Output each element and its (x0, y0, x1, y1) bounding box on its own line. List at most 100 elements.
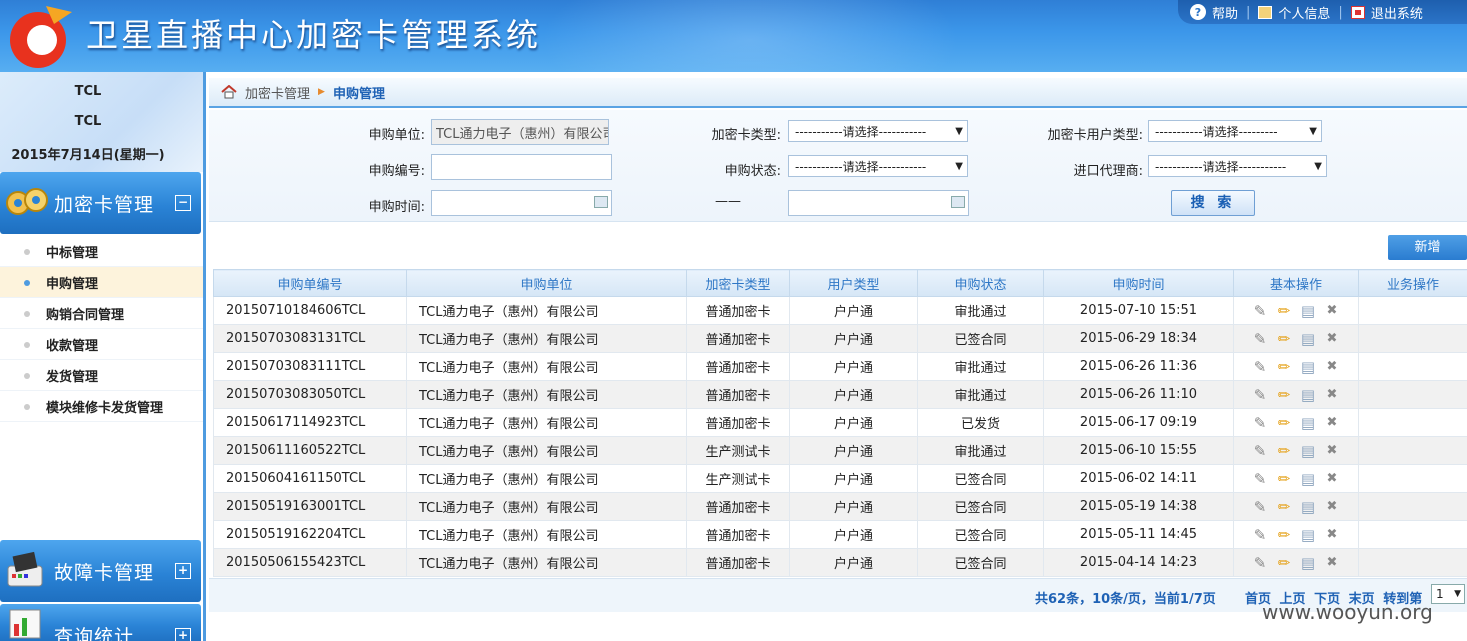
delete-icon[interactable]: ✖ (1323, 442, 1341, 460)
header-glow (540, 0, 960, 72)
pencil-icon[interactable]: ✏ (1275, 330, 1293, 348)
time-end-input[interactable] (788, 190, 969, 216)
separator: | (1246, 4, 1251, 20)
add-button[interactable]: 新增 (1388, 235, 1467, 260)
cell-time: 2015-05-11 14:45 (1043, 520, 1234, 549)
card-type-select[interactable]: -----------请选择----------- ▼ (788, 120, 968, 142)
delete-icon[interactable]: ✖ (1323, 554, 1341, 572)
pencil-icon[interactable]: ✏ (1275, 414, 1293, 432)
delete-icon[interactable]: ✖ (1323, 302, 1341, 320)
row-actions: ✎ ✏ ▤ ✖ (1235, 442, 1358, 460)
main-content: 加密卡管理 ▶ 申购管理 申购单位: 加密卡类型: -----------请选择… (209, 72, 1467, 641)
document-icon[interactable]: ▤ (1299, 526, 1317, 544)
card-type-label: 加密卡类型: (711, 128, 781, 143)
pencil-icon[interactable]: ✏ (1275, 526, 1293, 544)
document-icon[interactable]: ▤ (1299, 358, 1317, 376)
cell-basic-ops: ✎ ✏ ▤ ✖ (1233, 380, 1359, 409)
cell-number: 20150604161150TCL (213, 464, 407, 493)
pencil-icon[interactable]: ✏ (1275, 358, 1293, 376)
time-start-wrap (431, 190, 612, 216)
col-basic-ops: 基本操作 (1233, 269, 1359, 297)
collapse-icon[interactable]: − (175, 195, 191, 211)
sidebar-item-contract[interactable]: 购销合同管理 (0, 298, 203, 329)
delete-icon[interactable]: ✖ (1323, 470, 1341, 488)
status-select[interactable]: -----------请选择----------- ▼ (788, 155, 968, 177)
cell-user-type: 户户通 (789, 548, 918, 577)
delete-icon[interactable]: ✖ (1323, 358, 1341, 376)
delete-icon[interactable]: ✖ (1323, 414, 1341, 432)
calendar-icon[interactable] (594, 196, 608, 208)
pencil-icon[interactable]: ✏ (1275, 554, 1293, 572)
dropdown-arrow-icon: ▼ (955, 125, 963, 137)
pencil-icon[interactable]: ✏ (1275, 386, 1293, 404)
edit-icon[interactable]: ✎ (1251, 526, 1269, 544)
search-button[interactable]: 搜 索 (1171, 190, 1255, 216)
edit-icon[interactable]: ✎ (1251, 386, 1269, 404)
document-icon[interactable]: ▤ (1299, 302, 1317, 320)
sidebar-item-repair-shipping[interactable]: 模块维修卡发货管理 (0, 391, 203, 422)
edit-icon[interactable]: ✎ (1251, 442, 1269, 460)
agent-label: 进口代理商: (1073, 164, 1143, 179)
edit-icon[interactable]: ✎ (1251, 302, 1269, 320)
sidebar-item-shipping[interactable]: 发货管理 (0, 360, 203, 391)
cell-business-ops (1358, 408, 1467, 437)
sidebar-item-payment[interactable]: 收款管理 (0, 329, 203, 360)
document-icon[interactable]: ▤ (1299, 554, 1317, 572)
unit-input[interactable] (431, 119, 609, 145)
sidebar-item-label: 收款管理 (46, 338, 99, 354)
row-actions: ✎ ✏ ▤ ✖ (1235, 330, 1358, 348)
edit-icon[interactable]: ✎ (1251, 358, 1269, 376)
document-icon[interactable]: ▤ (1299, 330, 1317, 348)
pencil-icon[interactable]: ✏ (1275, 470, 1293, 488)
edit-icon[interactable]: ✎ (1251, 470, 1269, 488)
profile-link[interactable]: 个人信息 (1258, 3, 1330, 22)
cell-unit: TCL通力电子（惠州）有限公司 (406, 324, 687, 353)
sidebar-item-purchase[interactable]: 申购管理 (0, 267, 203, 298)
submenu: 中标管理 申购管理 购销合同管理 收款管理 发货管理 模块维修卡发货管理 (0, 236, 203, 422)
number-input[interactable] (431, 154, 612, 180)
delete-icon[interactable]: ✖ (1323, 498, 1341, 516)
delete-icon[interactable]: ✖ (1323, 330, 1341, 348)
user-type-select[interactable]: -----------请选择--------- ▼ (1148, 120, 1322, 142)
pencil-icon[interactable]: ✏ (1275, 302, 1293, 320)
dropdown-arrow-icon: ▼ (1454, 589, 1461, 599)
expand-icon[interactable]: + (175, 563, 191, 579)
document-icon[interactable]: ▤ (1299, 442, 1317, 460)
menu-statistics[interactable]: 查询统计 + (0, 604, 201, 641)
document-icon[interactable]: ▤ (1299, 498, 1317, 516)
calendar-icon[interactable] (951, 196, 965, 208)
separator: | (1338, 4, 1343, 20)
cell-card-type: 普通加密卡 (686, 296, 790, 325)
edit-icon[interactable]: ✎ (1251, 414, 1269, 432)
edit-icon[interactable]: ✎ (1251, 498, 1269, 516)
cell-card-type: 普通加密卡 (686, 324, 790, 353)
menu-card-management[interactable]: 加密卡管理 − (0, 172, 201, 234)
help-link[interactable]: ? 帮助 (1190, 3, 1238, 22)
table-header-row: 申购单编号 申购单位 加密卡类型 用户类型 申购状态 申购时间 基本操作 业务操… (213, 269, 1467, 297)
page-select[interactable]: 1 ▼ (1431, 584, 1465, 604)
cell-number: 20150703083131TCL (213, 324, 407, 353)
document-icon[interactable]: ▤ (1299, 386, 1317, 404)
delete-icon[interactable]: ✖ (1323, 526, 1341, 544)
pencil-icon[interactable]: ✏ (1275, 442, 1293, 460)
agent-select[interactable]: -----------请选择----------- ▼ (1148, 155, 1327, 177)
col-unit: 申购单位 (406, 269, 687, 297)
expand-icon[interactable]: + (175, 628, 191, 641)
time-start-input[interactable] (431, 190, 612, 216)
edit-icon[interactable]: ✎ (1251, 554, 1269, 572)
cell-number: 20150710184606TCL (213, 296, 407, 325)
home-icon[interactable] (221, 85, 237, 99)
cell-basic-ops: ✎ ✏ ▤ ✖ (1233, 296, 1359, 325)
logout-link[interactable]: 退出系统 (1350, 3, 1423, 22)
cell-card-type: 普通加密卡 (686, 408, 790, 437)
document-icon[interactable]: ▤ (1299, 470, 1317, 488)
delete-icon[interactable]: ✖ (1323, 386, 1341, 404)
pencil-icon[interactable]: ✏ (1275, 498, 1293, 516)
breadcrumb-parent[interactable]: 加密卡管理 (245, 83, 310, 102)
sidebar-item-bid[interactable]: 中标管理 (0, 236, 203, 267)
document-icon[interactable]: ▤ (1299, 414, 1317, 432)
menu-fault-card[interactable]: 故障卡管理 + (0, 540, 201, 602)
edit-icon[interactable]: ✎ (1251, 330, 1269, 348)
cell-number: 20150519162204TCL (213, 520, 407, 549)
sidebar-item-label: 购销合同管理 (46, 307, 125, 323)
